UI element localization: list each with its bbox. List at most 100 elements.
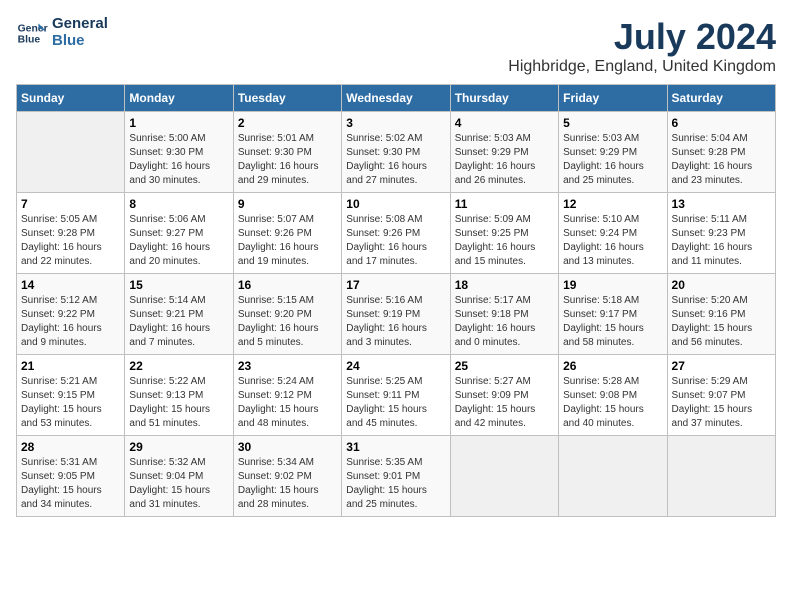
day-number: 11 bbox=[455, 197, 554, 211]
logo-icon: General Blue bbox=[16, 17, 48, 49]
calendar-cell: 21 Sunrise: 5:21 AM Sunset: 9:15 PM Dayli… bbox=[17, 355, 125, 436]
calendar-cell: 16 Sunrise: 5:15 AM Sunset: 9:20 PM Dayli… bbox=[233, 274, 341, 355]
header-sunday: Sunday bbox=[17, 85, 125, 112]
calendar-cell: 22 Sunrise: 5:22 AM Sunset: 9:13 PM Dayli… bbox=[125, 355, 233, 436]
calendar-cell: 3 Sunrise: 5:02 AM Sunset: 9:30 PM Daylig… bbox=[342, 112, 450, 193]
header-saturday: Saturday bbox=[667, 85, 775, 112]
day-info: Sunrise: 5:09 AM Sunset: 9:25 PM Dayligh… bbox=[455, 213, 554, 269]
day-number: 24 bbox=[346, 359, 445, 373]
day-info: Sunrise: 5:01 AM Sunset: 9:30 PM Dayligh… bbox=[238, 132, 337, 188]
calendar-body: 1 Sunrise: 5:00 AM Sunset: 9:30 PM Daylig… bbox=[17, 112, 776, 517]
calendar-cell: 12 Sunrise: 5:10 AM Sunset: 9:24 PM Dayli… bbox=[559, 193, 667, 274]
calendar-cell: 28Sunrise: 5:31 AM Sunset: 9:05 PM Dayli… bbox=[17, 436, 125, 517]
day-info: Sunrise: 5:16 AM Sunset: 9:19 PM Dayligh… bbox=[346, 294, 445, 350]
day-number: 17 bbox=[346, 278, 445, 292]
calendar-cell: 9Sunrise: 5:07 AM Sunset: 9:26 PM Daylig… bbox=[233, 193, 341, 274]
header-monday: Monday bbox=[125, 85, 233, 112]
calendar-cell: 25 Sunrise: 5:27 AM Sunset: 9:09 PM Dayli… bbox=[450, 355, 558, 436]
calendar-cell bbox=[17, 112, 125, 193]
day-number: 18 bbox=[455, 278, 554, 292]
calendar-cell: 29Sunrise: 5:32 AM Sunset: 9:04 PM Dayli… bbox=[125, 436, 233, 517]
day-number: 19 bbox=[563, 278, 662, 292]
header-row: Sunday Monday Tuesday Wednesday Thursday… bbox=[17, 85, 776, 112]
calendar-cell bbox=[559, 436, 667, 517]
month-year-title: July 2024 bbox=[508, 16, 776, 58]
day-info: Sunrise: 5:35 AM Sunset: 9:01 PM Dayligh… bbox=[346, 456, 445, 512]
day-number: 30 bbox=[238, 440, 337, 454]
day-info: Sunrise: 5:27 AM Sunset: 9:09 PM Dayligh… bbox=[455, 375, 554, 431]
day-number: 6 bbox=[672, 116, 771, 130]
day-info: Sunrise: 5:17 AM Sunset: 9:18 PM Dayligh… bbox=[455, 294, 554, 350]
day-info: Sunrise: 5:12 AM Sunset: 9:22 PM Dayligh… bbox=[21, 294, 120, 350]
day-number: 8 bbox=[129, 197, 228, 211]
day-info: Sunrise: 5:18 AM Sunset: 9:17 PM Dayligh… bbox=[563, 294, 662, 350]
day-number: 3 bbox=[346, 116, 445, 130]
calendar-cell: 8 Sunrise: 5:06 AM Sunset: 9:27 PM Daylig… bbox=[125, 193, 233, 274]
week-row-4: 21 Sunrise: 5:21 AM Sunset: 9:15 PM Dayli… bbox=[17, 355, 776, 436]
day-number: 25 bbox=[455, 359, 554, 373]
day-info: Sunrise: 5:00 AM Sunset: 9:30 PM Dayligh… bbox=[129, 132, 228, 188]
day-info: Sunrise: 5:10 AM Sunset: 9:24 PM Dayligh… bbox=[563, 213, 662, 269]
day-number: 22 bbox=[129, 359, 228, 373]
calendar-cell: 30 Sunrise: 5:34 AM Sunset: 9:02 PM Dayli… bbox=[233, 436, 341, 517]
calendar-cell: 27 Sunrise: 5:29 AM Sunset: 9:07 PM Dayli… bbox=[667, 355, 775, 436]
day-number: 20 bbox=[672, 278, 771, 292]
calendar-cell: 11 Sunrise: 5:09 AM Sunset: 9:25 PM Dayli… bbox=[450, 193, 558, 274]
week-row-1: 1 Sunrise: 5:00 AM Sunset: 9:30 PM Daylig… bbox=[17, 112, 776, 193]
day-number: 9 bbox=[238, 197, 337, 211]
day-info: Sunrise: 5:25 AM Sunset: 9:11 PM Dayligh… bbox=[346, 375, 445, 431]
day-info: Sunrise: 5:06 AM Sunset: 9:27 PM Dayligh… bbox=[129, 213, 228, 269]
calendar-cell: 17 Sunrise: 5:16 AM Sunset: 9:19 PM Dayli… bbox=[342, 274, 450, 355]
calendar-cell: 18 Sunrise: 5:17 AM Sunset: 9:18 PM Dayli… bbox=[450, 274, 558, 355]
day-info: Sunrise: 5:20 AM Sunset: 9:16 PM Dayligh… bbox=[672, 294, 771, 350]
day-number: 4 bbox=[455, 116, 554, 130]
calendar-cell: 31Sunrise: 5:35 AM Sunset: 9:01 PM Dayli… bbox=[342, 436, 450, 517]
day-number: 16 bbox=[238, 278, 337, 292]
day-number: 13 bbox=[672, 197, 771, 211]
header-wednesday: Wednesday bbox=[342, 85, 450, 112]
calendar-cell: 7Sunrise: 5:05 AM Sunset: 9:28 PM Daylig… bbox=[17, 193, 125, 274]
logo: General Blue General Blue bbox=[16, 16, 108, 49]
logo-line2: Blue bbox=[52, 33, 108, 50]
day-number: 28 bbox=[21, 440, 120, 454]
day-info: Sunrise: 5:21 AM Sunset: 9:15 PM Dayligh… bbox=[21, 375, 120, 431]
day-info: Sunrise: 5:03 AM Sunset: 9:29 PM Dayligh… bbox=[455, 132, 554, 188]
day-info: Sunrise: 5:22 AM Sunset: 9:13 PM Dayligh… bbox=[129, 375, 228, 431]
calendar-cell bbox=[667, 436, 775, 517]
day-info: Sunrise: 5:03 AM Sunset: 9:29 PM Dayligh… bbox=[563, 132, 662, 188]
day-info: Sunrise: 5:02 AM Sunset: 9:30 PM Dayligh… bbox=[346, 132, 445, 188]
day-number: 1 bbox=[129, 116, 228, 130]
day-info: Sunrise: 5:28 AM Sunset: 9:08 PM Dayligh… bbox=[563, 375, 662, 431]
calendar-cell: 5Sunrise: 5:03 AM Sunset: 9:29 PM Daylig… bbox=[559, 112, 667, 193]
calendar-cell: 1 Sunrise: 5:00 AM Sunset: 9:30 PM Daylig… bbox=[125, 112, 233, 193]
day-info: Sunrise: 5:08 AM Sunset: 9:26 PM Dayligh… bbox=[346, 213, 445, 269]
day-number: 10 bbox=[346, 197, 445, 211]
header-friday: Friday bbox=[559, 85, 667, 112]
calendar-cell: 13Sunrise: 5:11 AM Sunset: 9:23 PM Dayli… bbox=[667, 193, 775, 274]
calendar-cell: 2 Sunrise: 5:01 AM Sunset: 9:30 PM Daylig… bbox=[233, 112, 341, 193]
day-info: Sunrise: 5:14 AM Sunset: 9:21 PM Dayligh… bbox=[129, 294, 228, 350]
calendar-cell: 15 Sunrise: 5:14 AM Sunset: 9:21 PM Dayli… bbox=[125, 274, 233, 355]
day-info: Sunrise: 5:29 AM Sunset: 9:07 PM Dayligh… bbox=[672, 375, 771, 431]
day-info: Sunrise: 5:34 AM Sunset: 9:02 PM Dayligh… bbox=[238, 456, 337, 512]
day-info: Sunrise: 5:24 AM Sunset: 9:12 PM Dayligh… bbox=[238, 375, 337, 431]
title-block: July 2024 Highbridge, England, United Ki… bbox=[508, 16, 776, 76]
calendar-cell: 26 Sunrise: 5:28 AM Sunset: 9:08 PM Dayli… bbox=[559, 355, 667, 436]
day-number: 23 bbox=[238, 359, 337, 373]
day-number: 15 bbox=[129, 278, 228, 292]
svg-text:Blue: Blue bbox=[18, 34, 41, 45]
calendar-cell: 10 Sunrise: 5:08 AM Sunset: 9:26 PM Dayli… bbox=[342, 193, 450, 274]
calendar-cell: 23 Sunrise: 5:24 AM Sunset: 9:12 PM Dayli… bbox=[233, 355, 341, 436]
header-thursday: Thursday bbox=[450, 85, 558, 112]
day-number: 26 bbox=[563, 359, 662, 373]
day-number: 12 bbox=[563, 197, 662, 211]
day-number: 2 bbox=[238, 116, 337, 130]
week-row-2: 7Sunrise: 5:05 AM Sunset: 9:28 PM Daylig… bbox=[17, 193, 776, 274]
day-info: Sunrise: 5:15 AM Sunset: 9:20 PM Dayligh… bbox=[238, 294, 337, 350]
day-info: Sunrise: 5:04 AM Sunset: 9:28 PM Dayligh… bbox=[672, 132, 771, 188]
page-header: General Blue General Blue July 2024 High… bbox=[16, 16, 776, 76]
logo-line1: General bbox=[52, 16, 108, 33]
day-number: 14 bbox=[21, 278, 120, 292]
day-number: 27 bbox=[672, 359, 771, 373]
day-number: 21 bbox=[21, 359, 120, 373]
